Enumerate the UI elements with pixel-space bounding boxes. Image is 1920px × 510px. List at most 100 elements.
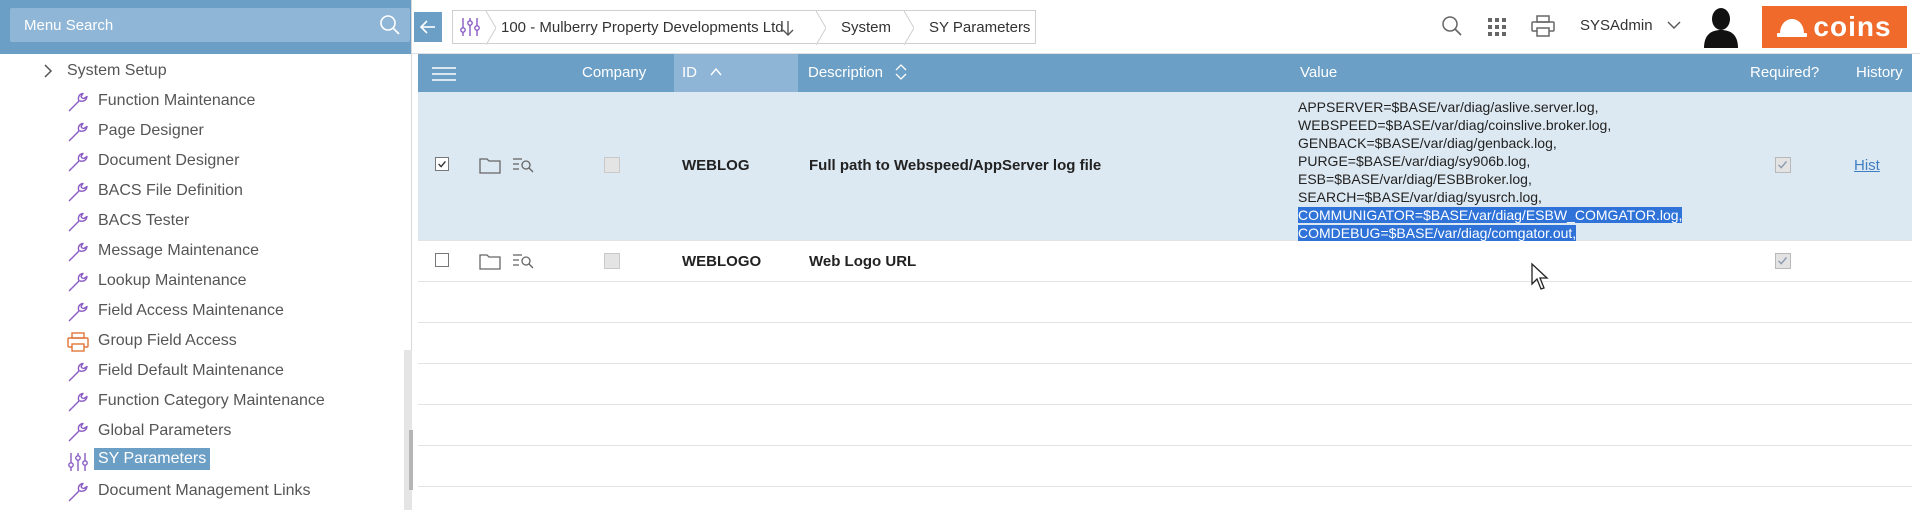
row-description: Full path to Webspeed/AppServer log file bbox=[809, 157, 1102, 174]
history-link[interactable]: Hist bbox=[1854, 157, 1880, 174]
sidebar-item-lookup-maintenance[interactable]: Lookup Maintenance bbox=[0, 266, 400, 296]
value-line-text: COMMUNIGATOR=$BASE/var/diag/ESBW_COMGATO… bbox=[1298, 207, 1683, 223]
folder-icon[interactable] bbox=[479, 156, 501, 174]
menu-search-input[interactable] bbox=[10, 8, 410, 42]
column-header-id[interactable]: ID bbox=[682, 64, 697, 81]
value-line-text: APPSERVER=$BASE/var/diag/aslive.server.l… bbox=[1298, 99, 1599, 115]
printer-icon[interactable] bbox=[1530, 14, 1556, 38]
sidebar-item-global-parameters[interactable]: Global Parameters bbox=[0, 416, 400, 446]
row-select-checkbox[interactable] bbox=[435, 157, 449, 171]
value-line: ESB=$BASE/var/diag/ESBBroker.log, bbox=[1298, 170, 1682, 188]
sidebar-item-label: BACS Tester bbox=[98, 212, 190, 229]
detail-search-icon[interactable] bbox=[512, 156, 534, 174]
value-line: WEBSPEED=$BASE/var/diag/coinslive.broker… bbox=[1298, 116, 1682, 134]
apps-grid-icon[interactable] bbox=[1486, 16, 1508, 38]
sidebar-item-label: Function Category Maintenance bbox=[98, 392, 325, 409]
sidebar-item-label: Function Maintenance bbox=[98, 92, 256, 109]
sidebar-item-bacs-tester[interactable]: BACS Tester bbox=[0, 206, 400, 236]
collapse-sidebar-button[interactable] bbox=[414, 12, 442, 42]
parameters-grid: Company ID Description Value Required? H… bbox=[418, 54, 1912, 510]
brand-name: coins bbox=[1813, 11, 1892, 42]
sort-icon[interactable] bbox=[895, 63, 907, 81]
value-line-text: PURGE=$BASE/var/diag/sy906b.log, bbox=[1298, 153, 1531, 169]
table-row-empty bbox=[418, 405, 1912, 446]
wrench-icon bbox=[68, 122, 88, 142]
sidebar-item-label: Document Management Links bbox=[98, 482, 311, 499]
search-icon[interactable] bbox=[378, 13, 402, 37]
column-header-value[interactable]: Value bbox=[1300, 64, 1337, 81]
sidebar-item-label: Global Parameters bbox=[98, 422, 232, 439]
sidebar-item-page-designer[interactable]: Page Designer bbox=[0, 116, 400, 146]
column-header-history[interactable]: History bbox=[1856, 64, 1903, 81]
avatar[interactable] bbox=[1702, 6, 1740, 48]
wrench-icon bbox=[68, 182, 88, 202]
detail-search-icon[interactable] bbox=[512, 252, 534, 270]
navigation-menu: System Setup Function Maintenance Page De… bbox=[0, 54, 404, 510]
sliders-icon bbox=[459, 18, 480, 36]
search-icon[interactable] bbox=[1440, 14, 1464, 38]
printer-icon bbox=[67, 332, 89, 352]
value-line: GENBACK=$BASE/var/diag/genback.log, bbox=[1298, 134, 1682, 152]
sidebar-item-bacs-file-definition[interactable]: BACS File Definition bbox=[0, 176, 400, 206]
sliders-icon bbox=[68, 453, 88, 471]
sidebar-item-function-category-maintenance[interactable]: Function Category Maintenance bbox=[0, 386, 400, 416]
sidebar-item-group-field-access[interactable]: Group Field Access bbox=[0, 326, 400, 356]
top-bar: 100 - Mulberry Property Developments Ltd… bbox=[412, 0, 1920, 54]
wrench-icon bbox=[68, 212, 88, 232]
hard-hat-icon bbox=[1777, 19, 1808, 37]
row-id: WEBLOG bbox=[682, 157, 750, 174]
table-row-empty bbox=[418, 323, 1912, 364]
coins-logo: coins bbox=[1762, 6, 1907, 48]
column-header-company[interactable]: Company bbox=[582, 64, 646, 81]
sidebar-scrollbar-thumb[interactable] bbox=[409, 430, 413, 490]
arrow-down-icon[interactable] bbox=[780, 19, 796, 37]
wrench-icon bbox=[68, 422, 88, 442]
wrench-icon bbox=[68, 482, 88, 502]
arrow-left-icon bbox=[419, 20, 435, 34]
table-row-empty bbox=[418, 364, 1912, 405]
value-line: SEARCH=$BASE/var/diag/syusrch.log, bbox=[1298, 188, 1682, 206]
chevron-down-icon[interactable] bbox=[1666, 18, 1682, 32]
column-menu-icon[interactable] bbox=[432, 66, 456, 82]
sidebar-item-message-maintenance[interactable]: Message Maintenance bbox=[0, 236, 400, 266]
breadcrumb-home[interactable] bbox=[452, 10, 496, 45]
value-line-text: WEBSPEED=$BASE/var/diag/coinslive.broker… bbox=[1298, 117, 1612, 133]
wrench-icon bbox=[68, 92, 88, 112]
user-name[interactable]: SYSAdmin bbox=[1580, 17, 1653, 34]
sidebar-item-label: Message Maintenance bbox=[98, 242, 259, 259]
menu-search-box[interactable] bbox=[10, 8, 410, 42]
breadcrumb-separator bbox=[816, 11, 826, 45]
sidebar-item-document-management-links[interactable]: Document Management Links bbox=[0, 476, 400, 506]
row-description: Web Logo URL bbox=[809, 253, 917, 270]
mouse-cursor-icon bbox=[1531, 262, 1549, 290]
breadcrumb-page-label: SY Parameters bbox=[929, 18, 1031, 36]
table-row[interactable]: WEBLOGO Web Logo URL bbox=[418, 241, 1912, 282]
sort-ascending-icon[interactable] bbox=[710, 67, 722, 77]
sidebar-item-label: System Setup bbox=[67, 62, 167, 79]
row-id: WEBLOGO bbox=[682, 253, 762, 270]
sidebar-header bbox=[0, 0, 411, 54]
sidebar-item-system-setup[interactable]: System Setup bbox=[0, 56, 400, 86]
breadcrumb-company[interactable]: 100 - Mulberry Property Developments Ltd bbox=[486, 10, 826, 45]
sidebar-item-function-maintenance[interactable]: Function Maintenance bbox=[0, 86, 400, 116]
sidebar-item-label: Document Designer bbox=[98, 152, 240, 169]
column-header-required[interactable]: Required? bbox=[1750, 64, 1819, 81]
sidebar-item-document-designer[interactable]: Document Designer bbox=[0, 146, 400, 176]
column-header-description[interactable]: Description bbox=[808, 64, 883, 81]
table-row[interactable]: WEBLOG Full path to Webspeed/AppServer l… bbox=[418, 92, 1912, 241]
company-checkbox bbox=[604, 157, 620, 173]
table-row-empty bbox=[418, 446, 1912, 487]
sidebar-item-field-default-maintenance[interactable]: Field Default Maintenance bbox=[0, 356, 400, 386]
wrench-icon bbox=[68, 302, 88, 322]
sidebar-item-field-access-maintenance[interactable]: Field Access Maintenance bbox=[0, 296, 400, 326]
row-value[interactable]: APPSERVER=$BASE/var/diag/aslive.server.l… bbox=[1298, 98, 1683, 242]
sidebar-item-label: Field Default Maintenance bbox=[98, 362, 284, 379]
breadcrumb-system[interactable]: System bbox=[816, 10, 914, 45]
sidebar-item-label: SY Parameters bbox=[94, 448, 211, 470]
wrench-icon bbox=[68, 272, 88, 292]
value-line-text: COMDEBUG=$BASE/var/diag/comgator.out, bbox=[1298, 225, 1577, 241]
folder-icon[interactable] bbox=[479, 252, 501, 270]
sidebar-item-sy-parameters[interactable]: SY Parameters bbox=[0, 446, 400, 476]
row-select-checkbox[interactable] bbox=[435, 253, 449, 267]
wrench-icon bbox=[68, 242, 88, 262]
